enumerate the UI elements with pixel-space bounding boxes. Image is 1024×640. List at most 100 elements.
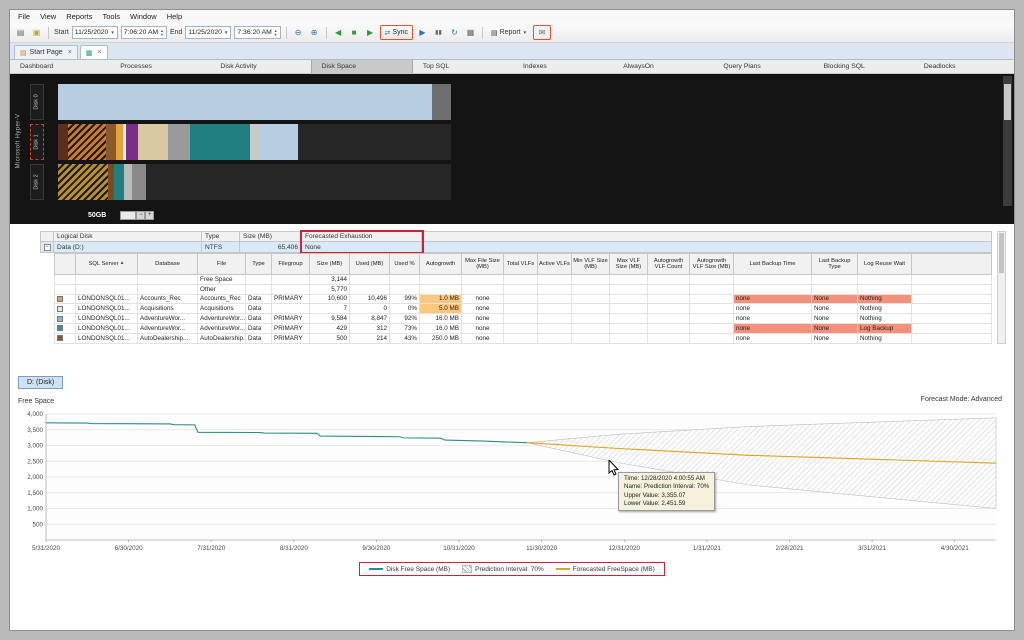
file-grid-col-last-backup-time[interactable]: Last Backup Time [734,253,812,275]
report-button[interactable]: ▤ Report ▼ [488,29,530,37]
file-grid-col-database[interactable]: Database [138,253,198,275]
file-grid-col-type[interactable]: Type [246,253,272,275]
disk-label-disk-0[interactable]: Disk 0 [30,84,44,120]
forecast-chart[interactable]: 5001,0001,5002,0002,5003,0003,5004,0005/… [14,406,1004,558]
end-date-input[interactable]: 11/25/2020 ▼ [185,26,231,39]
step-forward-icon[interactable]: ▶ [364,26,377,39]
disk-segment[interactable] [68,124,106,160]
disk-track-2[interactable] [58,164,451,200]
step-back-icon[interactable]: ◀ [332,26,345,39]
dropdown-icon[interactable]: ▼ [110,30,114,35]
close-icon[interactable]: × [97,49,101,56]
disk-label-disk-2[interactable]: Disk 2 [30,164,44,200]
menu-reports[interactable]: Reports [61,11,97,22]
disk-segment[interactable] [168,124,190,160]
file-grid-row[interactable]: LONDONSQL01...Accounts_RecAccounts_RecDa… [54,295,992,305]
disk-panel-scrollbar[interactable] [1003,76,1012,206]
file-grid-col-filegroup[interactable]: Filegroup [272,253,310,275]
file-grid-col-active-vlfs[interactable]: Active VLFs [538,253,572,275]
file-grid-row[interactable]: LONDONSQL01...AutoDealership...AutoDeale… [54,334,992,344]
file-grid-col-file[interactable]: File [198,253,246,275]
view-tab-blocking-sql[interactable]: Blocking SQL [814,60,914,73]
tab-start-page[interactable]: ▤ Start Page × [14,45,78,59]
col-logical-disk[interactable]: Logical Disk [54,231,202,242]
disk-segment[interactable] [432,84,451,120]
disk-segment[interactable] [260,124,298,160]
menu-help[interactable]: Help [162,11,187,22]
file-grid-col-autogrowth-vlf-count[interactable]: Autogrowth VLF Count [648,253,690,275]
disk-segment[interactable] [58,164,108,200]
start-date-input[interactable]: 11/25/2020 ▼ [72,26,118,39]
file-grid-col-autogrowth[interactable]: Autogrowth [420,253,462,275]
disk-segment[interactable] [250,124,260,160]
disk-segment[interactable] [58,84,432,120]
disk-zoom-control[interactable]: − + [120,211,154,220]
disk-segment[interactable] [116,124,123,160]
zoom-out-icon[interactable]: ⊖ [292,26,305,39]
disk-segment[interactable] [132,164,146,200]
menu-file[interactable]: File [13,11,35,22]
calendar-icon[interactable]: ▦ [464,26,477,39]
file-grid-col-max-vlf-size-mb[interactable]: Max VLF Size (MB) [610,253,648,275]
view-tab-dashboard[interactable]: Dashboard [10,60,110,73]
dropdown-icon[interactable]: ▼ [224,30,228,35]
time-spinner[interactable]: ▲▼ [274,29,278,37]
view-tab-deadlocks[interactable]: Deadlocks [914,60,1014,73]
file-grid-col-autogrowth-vlf-size-mb[interactable]: Autogrowth VLF Size (MB) [690,253,734,275]
close-icon[interactable]: × [68,49,72,56]
refresh-icon[interactable]: ↻ [448,26,461,39]
file-grid-col-size-mb[interactable]: Size (MB) [310,253,350,275]
disk-track-0[interactable] [58,84,451,120]
menu-view[interactable]: View [35,11,61,22]
file-grid-col-total-vlfs[interactable]: Total VLFs [504,253,538,275]
view-tab-top-sql[interactable]: Top SQL [413,60,513,73]
col-forecasted-exhaustion[interactable]: Forecasted Exhaustion [302,231,422,242]
col-size-mb[interactable]: Size (MB) [240,231,302,242]
email-report-button[interactable]: ✉ [533,25,551,40]
disk-segment[interactable] [138,124,168,160]
view-tab-query-plans[interactable]: Query Plans [713,60,813,73]
disk-track-1[interactable] [58,124,451,160]
tab-server-target[interactable]: ▦ × [80,45,108,59]
disk-segment[interactable] [190,124,250,160]
file-grid-col-log-reuse-wait[interactable]: Log Reuse Wait [858,253,912,275]
menu-tools[interactable]: Tools [97,11,125,22]
file-grid-row[interactable]: LONDONSQL01...AdventureWor...AdventureWo… [54,314,992,324]
zoom-slider-track[interactable] [120,211,136,220]
file-grid-col-sql-server[interactable]: SQL Server▲ [76,253,138,275]
zoom-in-icon[interactable]: ⊕ [308,26,321,39]
file-grid-col-min-vlf-size-mb[interactable]: Min VLF Size (MB) [572,253,610,275]
menu-window[interactable]: Window [125,11,162,22]
end-time-input[interactable]: 7:36:20 AM ▲▼ [234,26,280,39]
disk-chart-tab[interactable]: D: (Disk) [18,376,63,389]
view-tab-disk-activity[interactable]: Disk Activity [210,60,310,73]
play-icon[interactable]: ▶ [416,26,429,39]
stop-icon[interactable]: ■ [348,26,361,39]
disk-label-disk-1[interactable]: Disk 1 [30,124,44,160]
view-tab-alwayson[interactable]: AlwaysOn [613,60,713,73]
view-tab-disk-space[interactable]: Disk Space [311,60,413,73]
disk-segment[interactable] [126,124,138,160]
file-grid-col-last-backup-type[interactable]: Last Backup Type [812,253,858,275]
collapse-icon[interactable]: − [44,244,51,251]
file-grid-row[interactable]: LONDONSQL01...AdventureWor...AdventureWo… [54,324,992,334]
col-type[interactable]: Type [202,231,240,242]
disk-segment[interactable] [58,124,68,160]
file-grid-col-used-mb[interactable]: Used (MB) [350,253,390,275]
folder-icon[interactable]: ▣ [30,26,43,39]
time-spinner[interactable]: ▲▼ [160,29,164,37]
disk-segment[interactable] [106,124,116,160]
file-grid-row[interactable]: Other5,770 [54,285,992,295]
file-grid-col-max-file-size-mb[interactable]: Max File Size (MB) [462,253,504,275]
pause-icon[interactable]: ▮▮ [432,26,445,39]
zoom-out-button[interactable]: − [136,211,145,220]
scrollbar-thumb[interactable] [999,233,1004,273]
file-grid-row[interactable]: LONDONSQL01...AcquisitionsAcquisitionsDa… [54,304,992,314]
document-icon[interactable]: ▤ [14,26,27,39]
file-grid-row[interactable]: Free Space3,144 [54,275,992,285]
zoom-in-button[interactable]: + [145,211,154,220]
view-tab-indexes[interactable]: Indexes [513,60,613,73]
start-time-input[interactable]: 7:06:20 AM ▲▼ [121,26,167,39]
disk-segment[interactable] [114,164,124,200]
disk-segment[interactable] [124,164,132,200]
